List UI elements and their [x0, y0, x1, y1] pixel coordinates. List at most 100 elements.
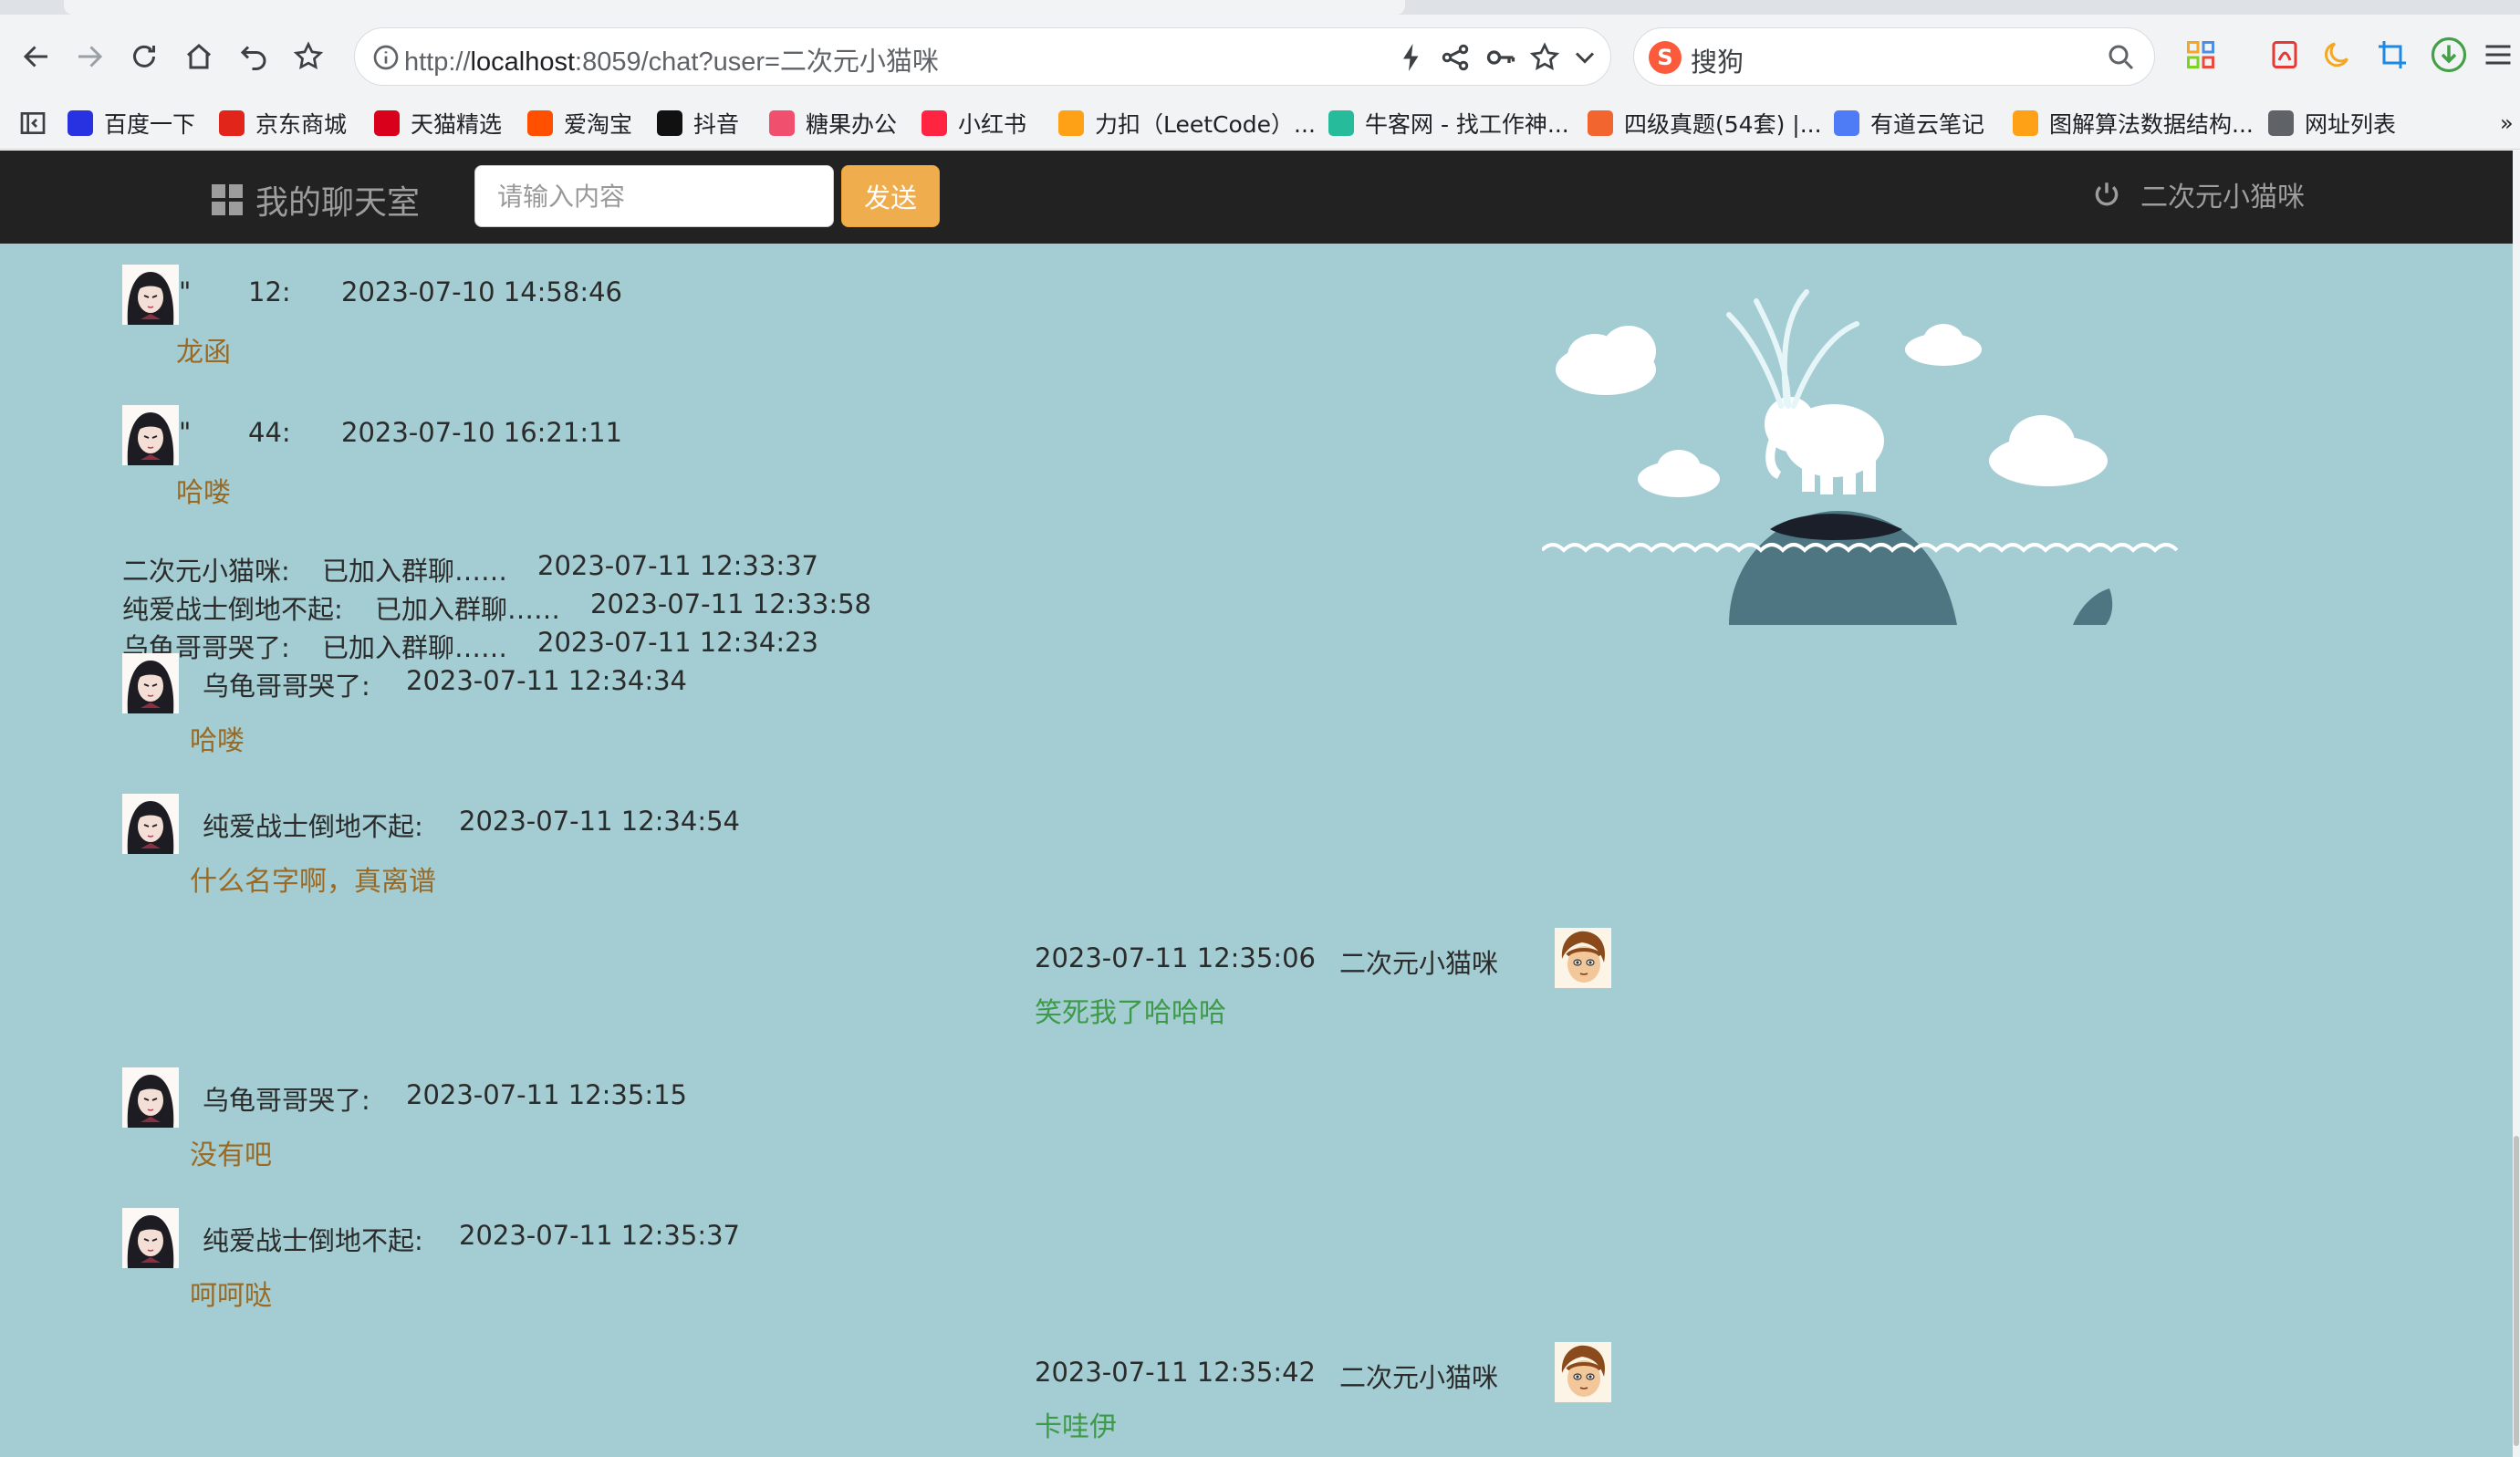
bookmark-item[interactable]: 网址列表 — [2268, 106, 2396, 140]
pdf-icon — [2272, 41, 2297, 68]
download-icon — [2431, 36, 2467, 73]
youdao-icon — [1834, 110, 1859, 136]
address-bar[interactable]: http://localhost:8059/chat?user=二次元小猫咪 — [354, 27, 1611, 86]
system-join-text: 已加入群聊…… — [375, 594, 561, 625]
menu-button[interactable] — [2478, 35, 2518, 75]
apps-grid-button[interactable] — [2181, 35, 2221, 75]
sender-name: 乌龟哥哥哭了: — [203, 671, 370, 702]
share-icon[interactable] — [1439, 41, 1472, 74]
back-button[interactable] — [13, 33, 60, 80]
sidebar-toggle-button[interactable] — [18, 106, 47, 140]
bookmark-star-button[interactable] — [285, 33, 332, 80]
sender-name: 纯爱战士倒地不起: — [203, 811, 423, 842]
brand-link[interactable]: 我的聊天室 — [212, 176, 420, 224]
grid-icon — [212, 184, 243, 215]
system-time: 2023-07-11 12:33:37 — [537, 550, 818, 581]
tab-strip — [0, 0, 2520, 15]
message-text: 卡哇伊 — [1035, 1411, 1117, 1443]
bookmark-item[interactable]: 四级真题(54套) |... — [1588, 106, 1822, 140]
taobao-icon — [527, 110, 553, 136]
arrow-left-icon — [23, 46, 47, 68]
url-host: localhost — [470, 47, 576, 77]
download-button[interactable] — [2429, 35, 2469, 75]
page-scrollbar[interactable] — [2513, 151, 2520, 1457]
bookmark-item[interactable]: 京东商城 — [219, 106, 347, 140]
active-tab[interactable] — [64, 0, 1405, 15]
bookmark-label: 小红书 — [958, 111, 1027, 138]
tangguo-icon — [769, 110, 795, 136]
message-time: 2023-07-11 12:35:06 — [1035, 942, 1316, 973]
message-text: 笑死我了哈哈哈 — [1035, 997, 1226, 1029]
url-text: http://localhost:8059/chat?user=二次元小猫咪 — [404, 40, 939, 78]
moon-icon — [2324, 42, 2348, 68]
apps-grid-icon — [2187, 41, 2214, 68]
logout-user-link[interactable]: 二次元小猫咪 — [2091, 174, 2305, 214]
home-button[interactable] — [175, 33, 223, 80]
avatar — [122, 265, 179, 325]
message-input[interactable] — [474, 165, 834, 227]
sender-name: 纯爱战士倒地不起: — [203, 1225, 423, 1256]
sender-number: 44: — [248, 417, 291, 448]
bookmark-item[interactable]: 抖音 — [657, 106, 739, 140]
undo-icon — [240, 46, 266, 70]
douyin-icon — [657, 110, 682, 136]
sogou-logo-icon: S — [1649, 41, 1682, 74]
search-box[interactable]: S 搜狗 — [1633, 27, 2155, 86]
pdf-tool-button[interactable] — [2265, 35, 2305, 75]
bookmark-item[interactable]: 百度一下 — [68, 106, 195, 140]
crop-tool-button[interactable] — [2372, 35, 2412, 75]
star-icon — [293, 41, 324, 70]
system-user-name: 二次元小猫咪: — [122, 556, 290, 587]
bookmark-item[interactable]: 爱淘宝 — [527, 106, 632, 140]
message-time: 2023-07-10 14:58:46 — [341, 276, 622, 307]
bookmark-label: 京东商城 — [255, 111, 348, 138]
app-navbar: 我的聊天室 发送 二次元小猫咪 — [0, 151, 2513, 244]
bookmark-item[interactable]: 图解算法数据结构... — [2013, 106, 2254, 140]
scrollbar-thumb[interactable] — [2514, 1136, 2519, 1446]
favorite-star-icon[interactable] — [1528, 41, 1561, 74]
bookmark-label: 网址列表 — [2305, 111, 2397, 138]
system-user-name: 纯爱战士倒地不起: — [122, 594, 343, 625]
reload-icon — [133, 45, 155, 68]
chat-area: " 12: 2023-07-10 14:58:46 龙函 " 44: 2023-07-10 … — [0, 244, 2513, 1457]
undo-button[interactable] — [230, 33, 277, 80]
info-icon[interactable] — [371, 43, 401, 72]
menu-icon — [2485, 45, 2511, 65]
bookmark-item[interactable]: 糖果办公 — [769, 106, 897, 140]
bookmark-label: 天猫精选 — [411, 111, 503, 138]
avatar — [122, 794, 179, 854]
bookmark-item[interactable]: 牛客网 - 找工作神... — [1328, 106, 1569, 140]
bookmark-item[interactable]: 有道云笔记 — [1834, 106, 1984, 140]
sender-name: " — [179, 276, 192, 307]
bookmark-label: 糖果办公 — [806, 111, 898, 138]
avatar — [1555, 1342, 1611, 1402]
key-icon[interactable] — [1484, 41, 1517, 74]
chevron-down-icon[interactable] — [1568, 41, 1601, 74]
sidebar-toggle-icon — [20, 112, 46, 134]
avatar — [122, 653, 179, 713]
message-text: 哈喽 — [176, 477, 231, 509]
bookmarks-more-button[interactable]: » — [2500, 106, 2514, 140]
crop-icon — [2379, 41, 2406, 68]
current-username: 二次元小猫咪 — [2140, 182, 2305, 213]
bookmark-item[interactable]: 力扣（LeetCode）... — [1058, 106, 1316, 140]
leetcode-icon — [1058, 110, 1084, 136]
search-icon[interactable] — [2105, 41, 2138, 74]
send-button[interactable]: 发送 — [841, 165, 940, 227]
sender-name: 乌龟哥哥哭了: — [203, 1085, 370, 1116]
bookmark-label: 爱淘宝 — [564, 111, 633, 138]
message-time: 2023-07-11 12:35:15 — [406, 1079, 687, 1110]
avatar — [122, 1208, 179, 1268]
lightning-icon[interactable] — [1395, 41, 1428, 74]
system-time: 2023-07-11 12:33:58 — [590, 588, 871, 619]
bookmark-label: 抖音 — [693, 111, 740, 138]
bookmark-item[interactable]: 天猫精选 — [374, 106, 502, 140]
bookmark-label: 牛客网 - 找工作神... — [1365, 111, 1569, 138]
forward-button[interactable] — [66, 33, 113, 80]
system-time: 2023-07-11 12:34:23 — [537, 627, 818, 658]
bookmark-item[interactable]: 小红书 — [922, 106, 1026, 140]
nowcoder-icon — [1328, 110, 1354, 136]
reload-button[interactable] — [120, 33, 168, 80]
night-mode-button[interactable] — [2317, 35, 2358, 75]
system-join-text: 已加入群聊…… — [322, 632, 508, 663]
